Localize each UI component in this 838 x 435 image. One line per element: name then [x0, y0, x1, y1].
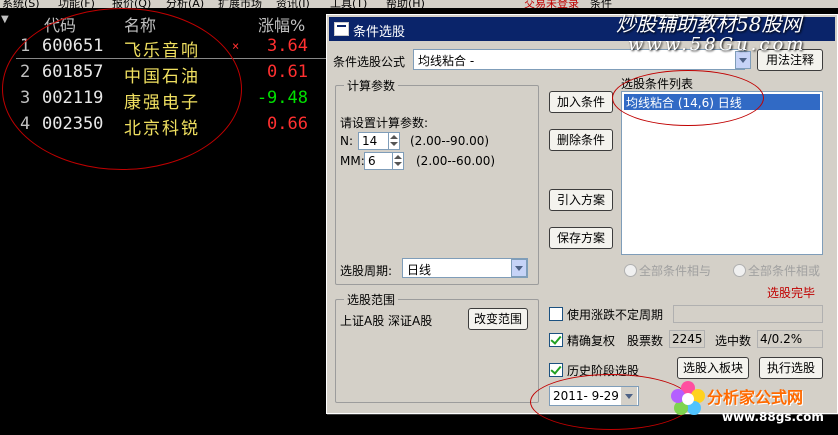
param-mm-range: (2.00--60.00): [416, 154, 496, 168]
all-and-label: 全部条件相与: [639, 264, 712, 278]
row-index: 1: [20, 36, 31, 56]
row-index: 4: [20, 114, 31, 134]
date-dropdown-icon[interactable]: [621, 387, 637, 405]
selected-count-label: 选中数: [715, 334, 752, 348]
condition-list-label: 选股条件列表: [621, 77, 694, 91]
param-mm-label: MM:: [340, 154, 365, 168]
variable-period-label: 使用涨跌不定周期: [567, 308, 664, 322]
menu-news[interactable]: 资讯(I): [276, 0, 310, 8]
formula-label: 条件选股公式: [333, 55, 406, 69]
history-select-label: 历史阶段选股: [567, 364, 640, 378]
menu-quote[interactable]: 报价(Q): [112, 0, 151, 8]
header-change[interactable]: 涨幅%: [258, 12, 305, 35]
range-title: 选股范围: [344, 291, 399, 308]
table-row[interactable]: 2 601857 中国石油 0.61: [0, 62, 330, 88]
param-n-range: (2.00--90.00): [410, 134, 490, 148]
stock-code: 002119: [42, 88, 104, 108]
menu-help[interactable]: 帮助(H): [386, 0, 425, 8]
save-plan-button[interactable]: 保存方案: [549, 227, 613, 249]
selected-row-line: [16, 58, 330, 59]
header-name[interactable]: 名称: [124, 12, 156, 35]
stock-count-value: 2245: [669, 330, 705, 348]
table-row[interactable]: 4 002350 北京科锐 0.66: [0, 114, 330, 140]
stock-code: 600651: [42, 36, 104, 56]
param-n-label: N:: [340, 134, 354, 148]
condition-select-dialog: 条件选股 条件选股公式 均线粘合 - 用法注释 计算参数 请设置计算参数: N:…: [326, 14, 838, 414]
range-group: 选股范围 上证A股 深证A股 改变范围: [335, 291, 539, 403]
menu-analysis[interactable]: 分析(A): [166, 0, 204, 8]
menu-bar: 系统(S) 功能(F) 报价(Q) 分析(A) 扩展市场 资讯(I) 工具(T)…: [0, 0, 838, 8]
exact-restore-checkbox[interactable]: [549, 333, 563, 347]
history-select-checkbox[interactable]: [549, 363, 563, 377]
menu-system[interactable]: 系统(S): [2, 0, 40, 8]
change-percent: -9.48: [256, 88, 308, 108]
stock-code: 601857: [42, 62, 104, 82]
period-dropdown-icon[interactable]: [511, 259, 527, 277]
menu-function[interactable]: 功能(F): [58, 0, 95, 8]
watermark-58gu-url: www.58Gu.com: [628, 34, 807, 55]
delete-condition-button[interactable]: 删除条件: [549, 129, 613, 151]
add-condition-button[interactable]: 加入条件: [549, 91, 613, 113]
trade-login-status: 交易未登录: [524, 0, 579, 8]
calc-params-prompt: 请设置计算参数:: [340, 116, 429, 130]
all-and-radio[interactable]: [624, 264, 637, 277]
period-label: 选股周期:: [340, 264, 393, 278]
period-select[interactable]: 日线: [402, 258, 528, 278]
flower-logo-icon: [671, 381, 705, 415]
add-to-block-button[interactable]: 选股入板块: [677, 357, 749, 379]
header-code[interactable]: 代码: [44, 12, 76, 35]
change-percent: 3.64: [267, 36, 308, 56]
change-range-button[interactable]: 改变范围: [468, 308, 528, 330]
stock-code: 002350: [42, 114, 104, 134]
param-n-spinner[interactable]: [388, 133, 399, 149]
range-scope: 上证A股 深证A股: [340, 314, 433, 328]
stock-name: 中国石油: [124, 67, 200, 87]
watermark-88gs-url: www.88gs.com: [722, 410, 824, 424]
variable-period-input[interactable]: [673, 305, 823, 323]
calc-params-title: 计算参数: [344, 77, 399, 94]
selected-count-value: 4/0.2%: [757, 330, 823, 348]
watermark-88gs-title: 分析家公式网: [707, 388, 804, 407]
row-index: 2: [20, 62, 31, 82]
menu-extended-market[interactable]: 扩展市场: [218, 0, 262, 8]
param-mm-spinner[interactable]: [392, 153, 403, 169]
import-plan-button[interactable]: 引入方案: [549, 189, 613, 211]
dialog-window-icon: [334, 22, 349, 36]
condition-list[interactable]: 均线粘合 (14,6) 日线: [621, 91, 823, 255]
calc-params-group: 计算参数 请设置计算参数: N: 14 (2.00--90.00) MM: 6 …: [335, 77, 539, 285]
watermark-58gu-title: 炒股辅助教材58股网: [616, 12, 802, 36]
change-percent: 0.66: [267, 114, 308, 134]
row-index: 3: [20, 88, 31, 108]
dialog-title: 条件选股: [353, 25, 406, 40]
menu-tools[interactable]: 工具(T): [330, 0, 367, 8]
all-or-radio[interactable]: [733, 264, 746, 277]
exact-restore-label: 精确复权: [567, 334, 616, 348]
all-or-label: 全部条件相或: [748, 264, 821, 278]
stock-count-label: 股票数: [627, 334, 664, 348]
menu-cut-text: 条件: [590, 0, 612, 8]
variable-period-checkbox[interactable]: [549, 307, 563, 321]
table-menu-icon[interactable]: ▼: [1, 14, 9, 25]
stock-name: 北京科锐: [124, 119, 200, 139]
table-row[interactable]: 3 002119 康强电子 -9.48: [0, 88, 330, 114]
row-flag-icon: ×: [232, 39, 240, 53]
select-done-status: 选股完毕: [767, 286, 816, 300]
condition-list-item[interactable]: 均线粘合 (14,6) 日线: [624, 94, 820, 110]
execute-select-button[interactable]: 执行选股: [759, 357, 823, 379]
stock-name: 康强电子: [124, 93, 200, 113]
change-percent: 0.61: [267, 62, 308, 82]
